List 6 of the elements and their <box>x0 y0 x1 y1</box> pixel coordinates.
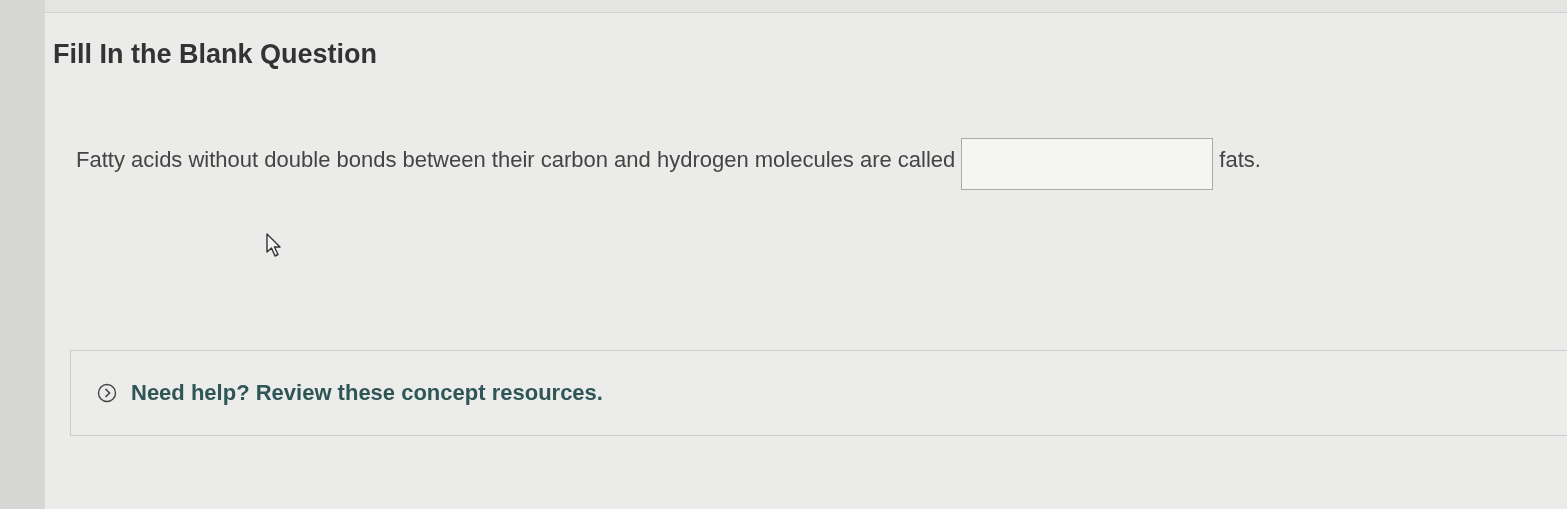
question-text: Fatty acids without double bonds between their carbon and hydrogen molecules are called <box>76 147 956 173</box>
question-text-end: fats. <box>1219 147 1261 173</box>
chevron-circle-icon <box>97 383 117 403</box>
answer-box[interactable] <box>961 138 1214 190</box>
help-link[interactable]: Need help? Review these concept resources. <box>97 380 603 406</box>
question-title: Fill In the Blank Question <box>53 39 379 70</box>
